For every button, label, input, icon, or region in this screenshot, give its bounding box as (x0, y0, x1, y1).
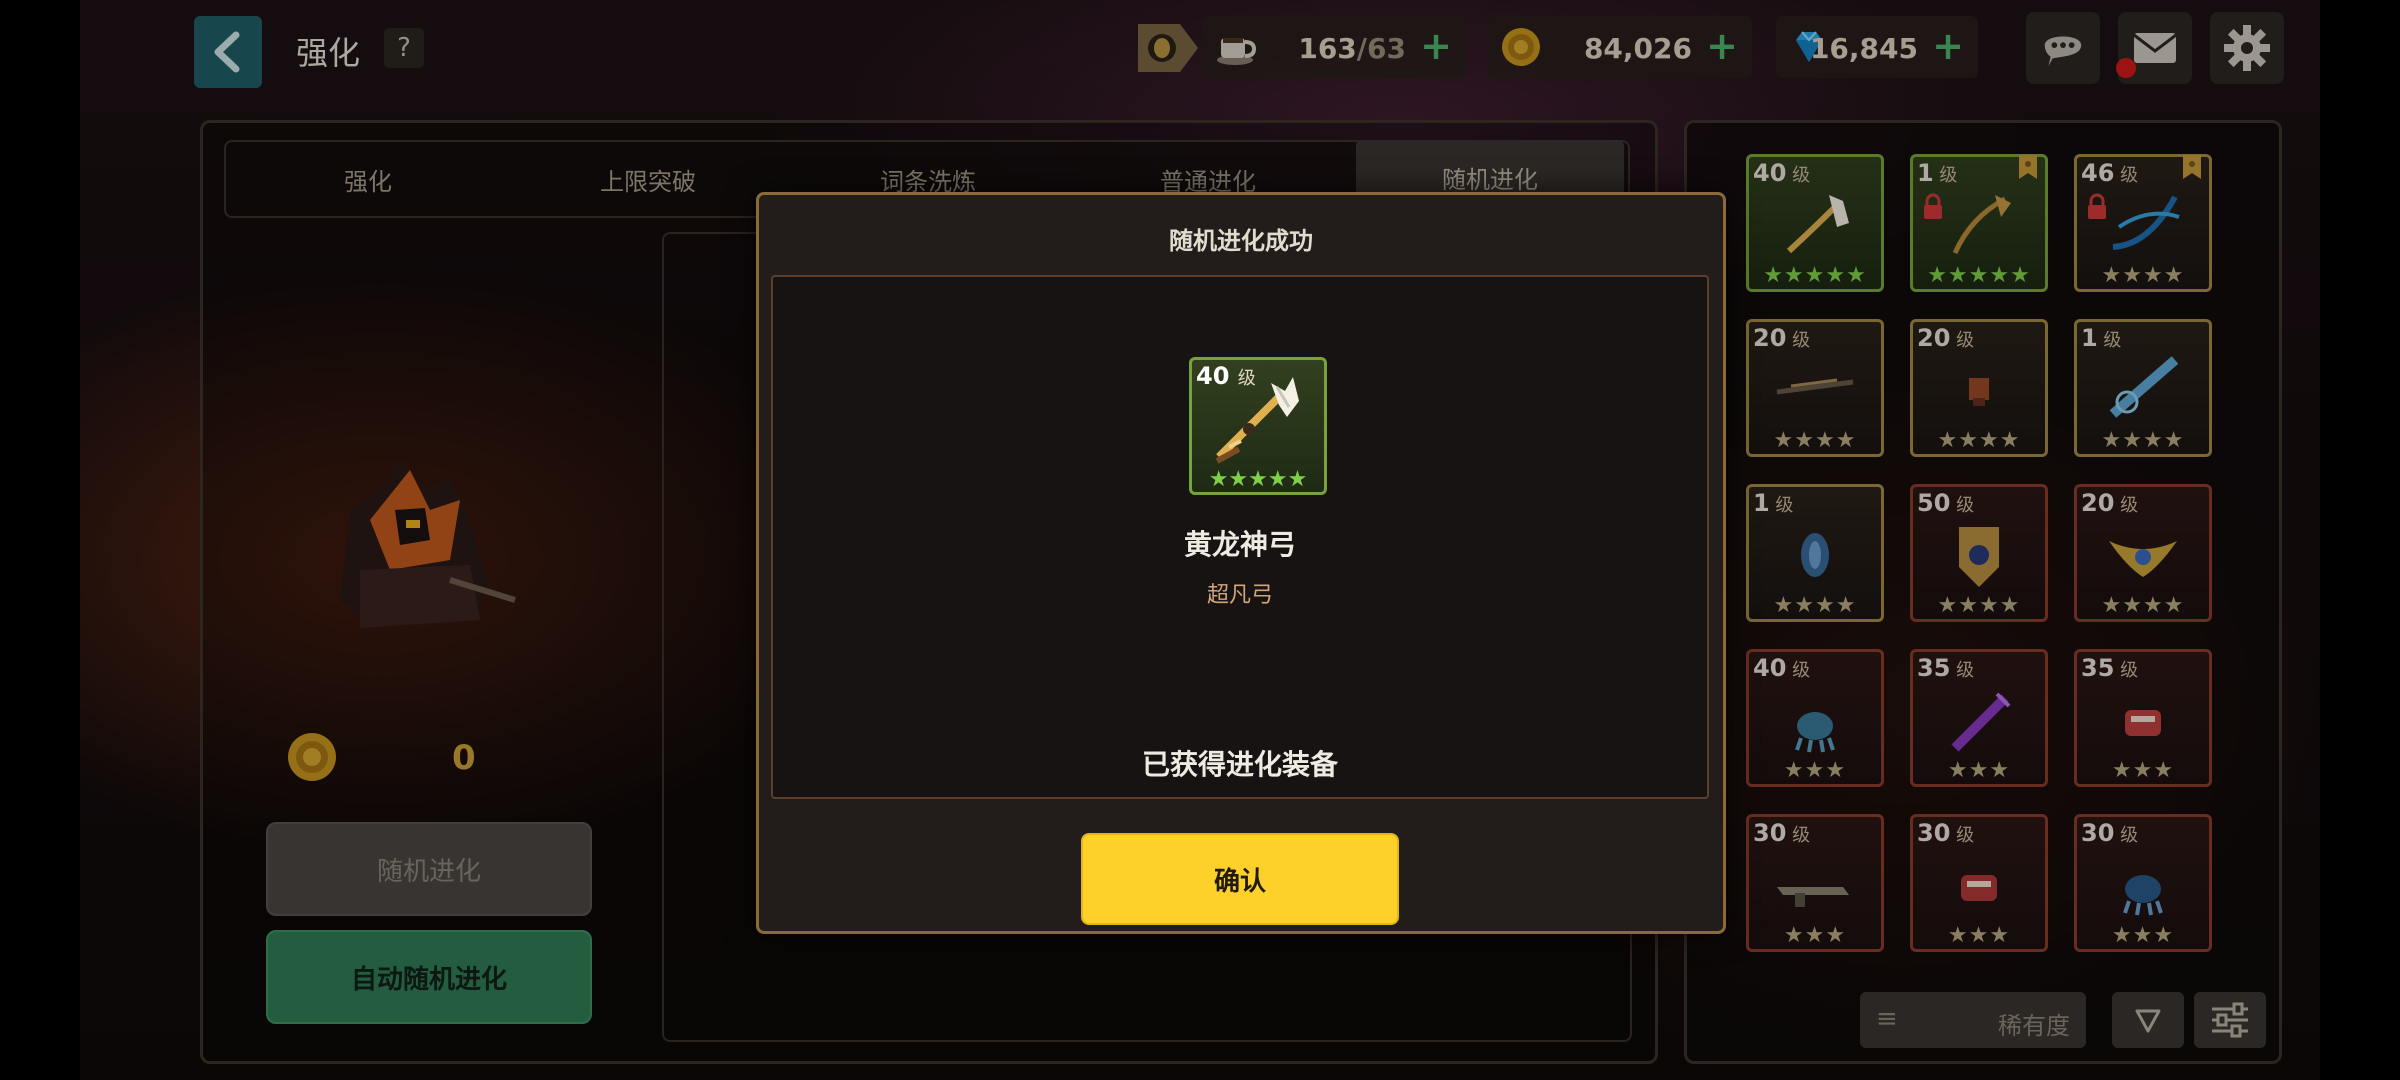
reward-message: 已获得进化装备 (1141, 748, 1338, 781)
reward-stars: ★★★★★ (1208, 467, 1308, 492)
reward-area: 40 级 ★★★★★ 黄龙神弓 超凡弓 已获得进化装备 (771, 275, 1709, 799)
confirm-button[interactable]: 确认 (1081, 833, 1399, 925)
reward-type: 超凡弓 (1206, 583, 1273, 608)
reward-name: 黄龙神弓 (1183, 528, 1296, 561)
evolve-result-dialog: 随机进化成功 40 级 ★★★★★ 黄龙神弓 超凡弓 已获得进化装备 确认 (756, 192, 1726, 934)
reward-item-slot[interactable]: 40 级 ★★★★★ (1189, 357, 1327, 495)
dialog-title: 随机进化成功 (1169, 227, 1313, 255)
